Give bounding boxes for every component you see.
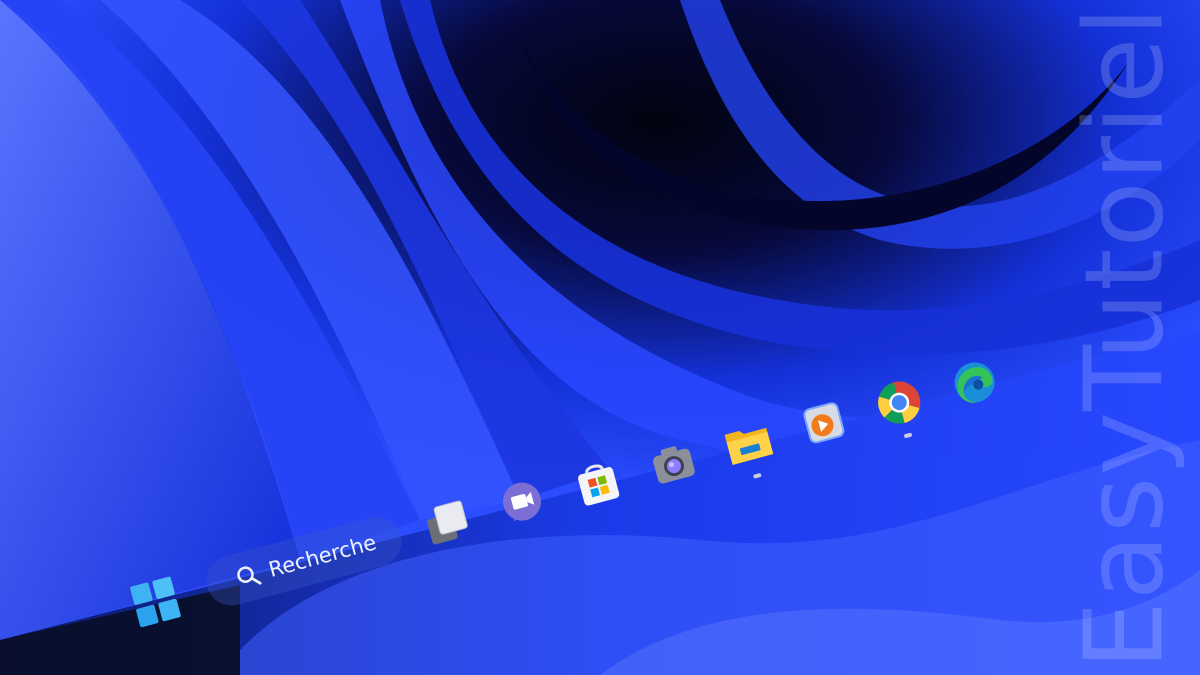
windows-logo-icon [130, 576, 181, 628]
task-view-button[interactable] [415, 492, 479, 556]
camera-app-button[interactable] [641, 431, 705, 495]
store-bag-icon [578, 464, 620, 506]
watermark: EasyTutoriel [1063, 0, 1188, 675]
edge-button[interactable] [943, 351, 1007, 415]
search-icon [237, 566, 262, 585]
chrome-button[interactable] [867, 371, 931, 439]
task-view-icon [427, 500, 468, 545]
edge-icon [954, 362, 995, 403]
running-indicator [903, 432, 913, 439]
desktop: Recherche EasyTutoriel [0, 0, 1200, 675]
camera-icon [653, 446, 695, 484]
watermark-text: EasyTutoriel [1062, 5, 1188, 670]
running-indicator [752, 472, 762, 479]
folder-icon [724, 427, 774, 465]
teams-chat-button[interactable] [491, 472, 555, 536]
media-player-icon [803, 402, 845, 444]
file-explorer-button[interactable] [717, 411, 781, 479]
microsoft-store-button[interactable] [566, 452, 630, 516]
media-player-button[interactable] [792, 391, 856, 455]
search-label: Recherche [266, 530, 379, 582]
camera-chat-icon [503, 482, 542, 522]
chrome-icon [878, 381, 921, 424]
